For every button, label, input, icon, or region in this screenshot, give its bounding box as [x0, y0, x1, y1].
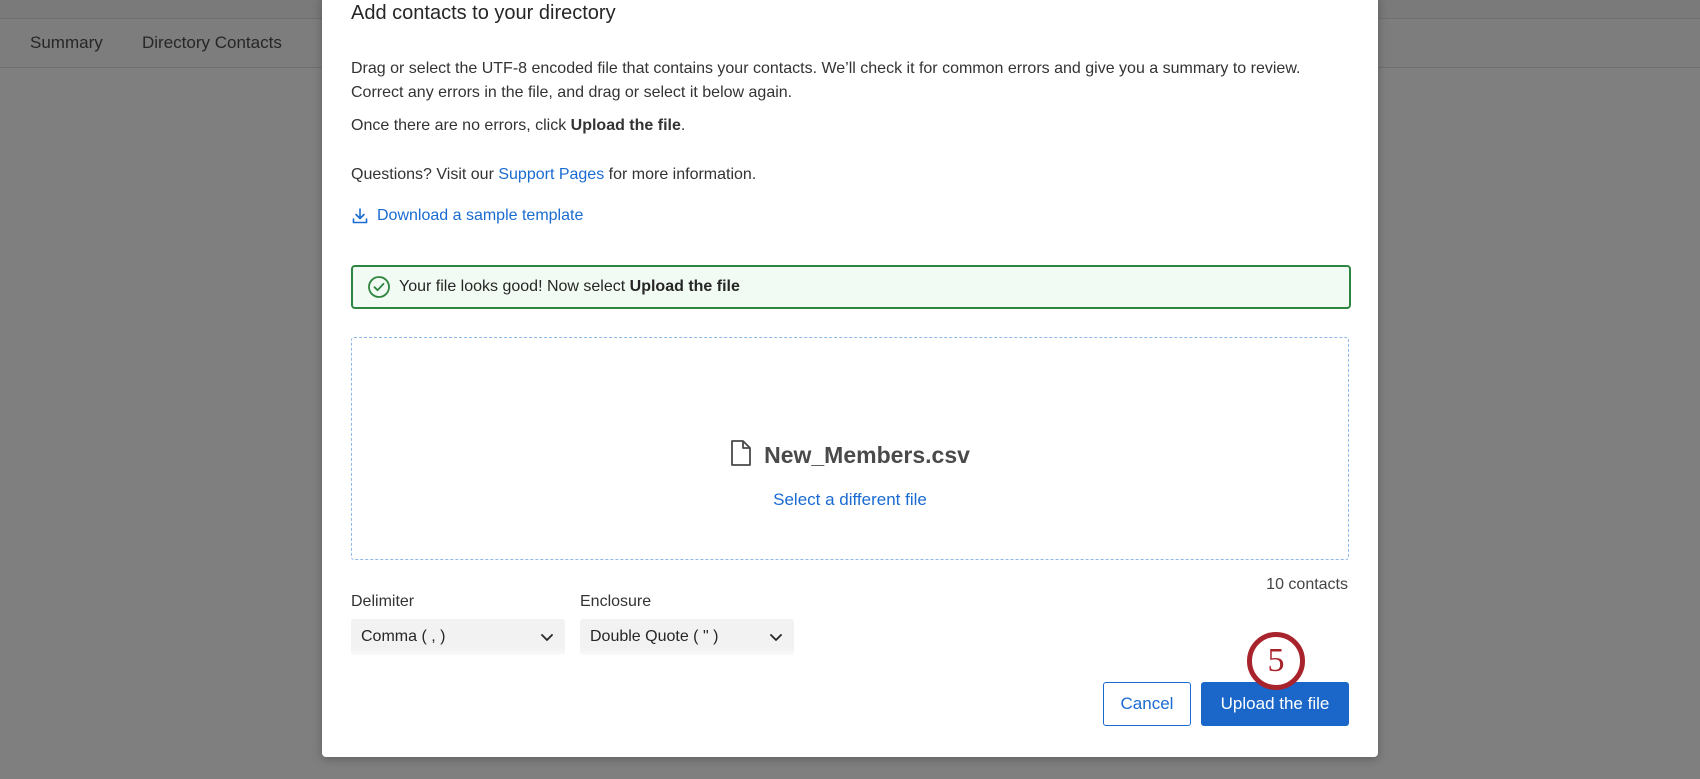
instructions-line-3-prefix: Once there are no errors, click — [351, 117, 571, 134]
contact-count: 10 contacts — [1266, 576, 1348, 593]
download-template-link[interactable]: Download a sample template — [351, 207, 583, 225]
instructions-line-1: Drag or select the UTF-8 encoded file th… — [351, 60, 1301, 77]
enclosure-label: Enclosure — [580, 593, 652, 610]
tab-summary[interactable]: Summary — [30, 33, 103, 53]
scroll-fade — [322, 647, 1378, 661]
download-icon — [351, 207, 369, 225]
tab-directory-contacts[interactable]: Directory Contacts — [142, 33, 282, 53]
questions-suffix: for more information. — [604, 166, 757, 183]
delimiter-value: Comma ( , ) — [361, 628, 446, 645]
check-circle-icon — [367, 275, 391, 299]
selected-file: New_Members.csv — [352, 439, 1348, 472]
instructions-line-3: Once there are no errors, click Upload t… — [351, 114, 685, 138]
support-pages-link[interactable]: Support Pages — [498, 166, 604, 183]
instructions-line-3-suffix: . — [680, 117, 686, 134]
success-text-bold: Upload the file — [629, 278, 740, 295]
delimiter-label: Delimiter — [351, 593, 415, 610]
download-template-label: Download a sample template — [377, 207, 584, 224]
modal-title: Add contacts to your directory — [351, 2, 616, 24]
instructions-line-2: Correct any errors in the file, and drag… — [351, 84, 793, 101]
enclosure-value: Double Quote ( " ) — [590, 628, 719, 645]
select-different-file-link[interactable]: Select a different file — [352, 490, 1348, 510]
chevron-down-icon — [768, 629, 784, 645]
add-contacts-modal: Add contacts to your directory Drag or s… — [322, 0, 1378, 757]
questions-line: Questions? Visit our Support Pages for m… — [351, 163, 756, 187]
file-dropzone[interactable]: New_Members.csv Select a different file — [351, 337, 1349, 560]
file-name: New_Members.csv — [764, 442, 970, 468]
success-text-main: Your file looks good! Now select — [399, 278, 630, 295]
questions-prefix: Questions? Visit our — [351, 166, 499, 183]
cancel-button[interactable]: Cancel — [1103, 682, 1191, 726]
chevron-down-icon — [539, 629, 555, 645]
step-number-badge: 5 — [1247, 632, 1305, 690]
instructions-upload-bold: Upload the file — [570, 117, 681, 134]
file-icon — [730, 439, 752, 472]
success-banner: Your file looks good! Now select Upload … — [351, 265, 1351, 309]
success-text: Your file looks good! Now select Upload … — [399, 278, 740, 296]
